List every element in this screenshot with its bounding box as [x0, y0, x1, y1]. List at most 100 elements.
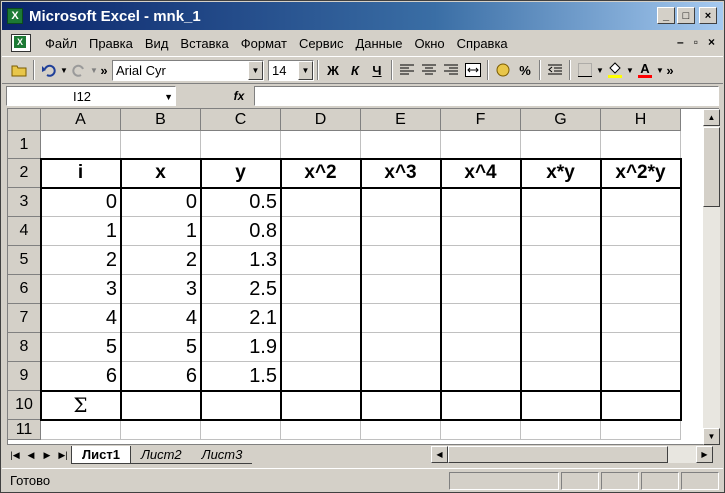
row-header-7[interactable]: 7	[8, 304, 41, 333]
decrease-indent-icon[interactable]	[544, 59, 566, 81]
close-button[interactable]: ×	[699, 7, 717, 24]
cell-e4[interactable]	[361, 217, 441, 246]
column-header-f[interactable]: F	[441, 109, 521, 131]
cell-d11[interactable]	[281, 420, 361, 440]
row-header-5[interactable]: 5	[8, 246, 41, 275]
last-sheet-icon[interactable]: ▶|	[55, 447, 71, 463]
column-header-b[interactable]: B	[121, 109, 201, 131]
row-header-10[interactable]: 10	[8, 391, 41, 420]
align-right-icon[interactable]	[440, 59, 462, 81]
cell-c1[interactable]	[201, 131, 281, 159]
bold-button[interactable]: Ж	[322, 59, 344, 81]
column-header-e[interactable]: E	[361, 109, 441, 131]
cell-h7[interactable]	[601, 304, 681, 333]
cell-g8[interactable]	[521, 333, 601, 362]
cell-b9[interactable]: 6	[121, 362, 201, 391]
cell-h9[interactable]	[601, 362, 681, 391]
select-all-corner[interactable]	[8, 109, 41, 131]
cell-c6[interactable]: 2.5	[201, 275, 281, 304]
cell-e5[interactable]	[361, 246, 441, 275]
row-header-4[interactable]: 4	[8, 217, 41, 246]
menu-help[interactable]: Справка	[451, 36, 514, 51]
cell-h4[interactable]	[601, 217, 681, 246]
cell-a7[interactable]: 4	[41, 304, 121, 333]
cell-b5[interactable]: 2	[121, 246, 201, 275]
italic-button[interactable]: К	[344, 59, 366, 81]
cell-g6[interactable]	[521, 275, 601, 304]
tab-sheet2[interactable]: Лист2	[130, 446, 192, 464]
cell-a2[interactable]: i	[41, 159, 121, 188]
vertical-scrollbar[interactable]: ▲ ▼	[703, 109, 720, 445]
formula-input[interactable]	[254, 86, 719, 106]
cell-f8[interactable]	[441, 333, 521, 362]
row-header-1[interactable]: 1	[8, 131, 41, 159]
cell-e8[interactable]	[361, 333, 441, 362]
first-sheet-icon[interactable]: |◀	[7, 447, 23, 463]
row-header-9[interactable]: 9	[8, 362, 41, 391]
cell-g3[interactable]	[521, 188, 601, 217]
cell-c7[interactable]: 2.1	[201, 304, 281, 333]
cell-d7[interactable]	[281, 304, 361, 333]
align-center-icon[interactable]	[418, 59, 440, 81]
doc-close-button[interactable]: ×	[708, 35, 715, 49]
cell-g4[interactable]	[521, 217, 601, 246]
cell-f11[interactable]	[441, 420, 521, 440]
cell-a8[interactable]: 5	[41, 333, 121, 362]
cell-g7[interactable]	[521, 304, 601, 333]
menu-data[interactable]: Данные	[349, 36, 408, 51]
cell-f5[interactable]	[441, 246, 521, 275]
cell-b7[interactable]: 4	[121, 304, 201, 333]
cell-d1[interactable]	[281, 131, 361, 159]
percent-button[interactable]: %	[514, 59, 536, 81]
horizontal-scroll-thumb[interactable]	[448, 446, 668, 463]
cell-g10[interactable]	[521, 391, 601, 420]
cell-g1[interactable]	[521, 131, 601, 159]
row-header-3[interactable]: 3	[8, 188, 41, 217]
scroll-left-icon[interactable]: ◀	[431, 446, 448, 463]
cell-f10[interactable]	[441, 391, 521, 420]
vertical-scroll-thumb[interactable]	[703, 127, 720, 207]
column-header-d[interactable]: D	[281, 109, 361, 131]
cell-c10[interactable]	[201, 391, 281, 420]
tab-sheet3[interactable]: Лист3	[191, 446, 253, 464]
cell-h10[interactable]	[601, 391, 681, 420]
chevron-down-icon[interactable]: ▼	[248, 60, 263, 80]
cell-e3[interactable]	[361, 188, 441, 217]
cell-d6[interactable]	[281, 275, 361, 304]
open-folder-icon[interactable]	[8, 59, 30, 81]
cell-e6[interactable]	[361, 275, 441, 304]
cell-h11[interactable]	[601, 420, 681, 440]
font-size-select[interactable]: 14 ▼	[268, 59, 314, 81]
horizontal-scrollbar[interactable]: ◀ ▶	[431, 446, 713, 463]
cell-c8[interactable]: 1.9	[201, 333, 281, 362]
cell-d3[interactable]	[281, 188, 361, 217]
cell-e11[interactable]	[361, 420, 441, 440]
maximize-button[interactable]: □	[677, 7, 695, 24]
undo-dropdown-icon[interactable]: ▼	[60, 59, 68, 81]
cell-d8[interactable]	[281, 333, 361, 362]
menu-tools[interactable]: Сервис	[293, 36, 350, 51]
cell-b6[interactable]: 3	[121, 275, 201, 304]
cell-a4[interactable]: 1	[41, 217, 121, 246]
cell-c3[interactable]: 0.5	[201, 188, 281, 217]
title-bar[interactable]: X Microsoft Excel - mnk_1 _ □ ×	[2, 2, 723, 30]
menu-view[interactable]: Вид	[139, 36, 175, 51]
toolbar-overflow-icon[interactable]: »	[664, 59, 676, 81]
cell-f1[interactable]	[441, 131, 521, 159]
font-name-select[interactable]: Arial Cyr ▼	[112, 59, 264, 81]
insert-function-icon[interactable]: fx	[224, 89, 254, 103]
undo-icon[interactable]	[38, 59, 60, 81]
menu-edit[interactable]: Правка	[83, 36, 139, 51]
scroll-down-icon[interactable]: ▼	[703, 428, 720, 445]
cell-b8[interactable]: 5	[121, 333, 201, 362]
next-sheet-icon[interactable]: ▶	[39, 447, 55, 463]
toolbar-overflow-icon[interactable]: »	[98, 59, 110, 81]
cell-d5[interactable]	[281, 246, 361, 275]
cell-b11[interactable]	[121, 420, 201, 440]
row-header-6[interactable]: 6	[8, 275, 41, 304]
cell-a5[interactable]: 2	[41, 246, 121, 275]
cell-e2[interactable]: x^3	[361, 159, 441, 188]
cell-b3[interactable]: 0	[121, 188, 201, 217]
cell-a9[interactable]: 6	[41, 362, 121, 391]
underline-button[interactable]: Ч	[366, 59, 388, 81]
